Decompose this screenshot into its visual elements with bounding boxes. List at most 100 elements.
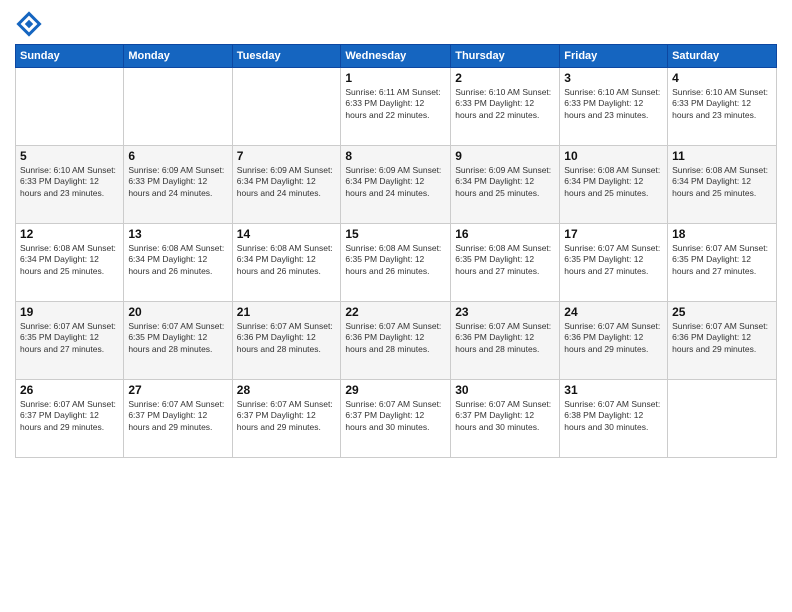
- day-info: Sunrise: 6:07 AM Sunset: 6:36 PM Dayligh…: [455, 321, 555, 355]
- calendar-cell: 5 Sunrise: 6:10 AM Sunset: 6:33 PM Daylig…: [16, 146, 124, 224]
- day-number: 13: [128, 227, 227, 241]
- calendar-cell: 9 Sunrise: 6:09 AM Sunset: 6:34 PM Daylig…: [451, 146, 560, 224]
- day-info: Sunrise: 6:10 AM Sunset: 6:33 PM Dayligh…: [455, 87, 555, 121]
- calendar-header-row: SundayMondayTuesdayWednesdayThursdayFrid…: [16, 45, 777, 68]
- calendar-container: SundayMondayTuesdayWednesdayThursdayFrid…: [0, 0, 792, 612]
- header: [15, 10, 777, 38]
- calendar-cell: [668, 380, 777, 458]
- calendar-cell: 16 Sunrise: 6:08 AM Sunset: 6:35 PM Dayli…: [451, 224, 560, 302]
- calendar-cell: 13 Sunrise: 6:08 AM Sunset: 6:34 PM Dayli…: [124, 224, 232, 302]
- day-number: 6: [128, 149, 227, 163]
- day-number: 27: [128, 383, 227, 397]
- day-info: Sunrise: 6:09 AM Sunset: 6:33 PM Dayligh…: [128, 165, 227, 199]
- day-info: Sunrise: 6:07 AM Sunset: 6:37 PM Dayligh…: [455, 399, 555, 433]
- day-info: Sunrise: 6:07 AM Sunset: 6:35 PM Dayligh…: [128, 321, 227, 355]
- calendar-cell: 4Sunrise: 6:10 AM Sunset: 6:33 PM Daylig…: [668, 68, 777, 146]
- calendar-cell: 28 Sunrise: 6:07 AM Sunset: 6:37 PM Dayli…: [232, 380, 341, 458]
- day-info: Sunrise: 6:10 AM Sunset: 6:33 PM Dayligh…: [20, 165, 119, 199]
- calendar-table: SundayMondayTuesdayWednesdayThursdayFrid…: [15, 44, 777, 458]
- day-info: Sunrise: 6:10 AM Sunset: 6:33 PM Dayligh…: [672, 87, 772, 121]
- calendar-cell: [16, 68, 124, 146]
- calendar-cell: 20 Sunrise: 6:07 AM Sunset: 6:35 PM Dayli…: [124, 302, 232, 380]
- day-number: 31: [564, 383, 663, 397]
- calendar-cell: 14Sunrise: 6:08 AM Sunset: 6:34 PM Dayli…: [232, 224, 341, 302]
- day-info: Sunrise: 6:08 AM Sunset: 6:34 PM Dayligh…: [237, 243, 337, 277]
- day-number: 28: [237, 383, 337, 397]
- day-number: 8: [345, 149, 446, 163]
- day-number: 2: [455, 71, 555, 85]
- day-info: Sunrise: 6:08 AM Sunset: 6:34 PM Dayligh…: [20, 243, 119, 277]
- day-number: 23: [455, 305, 555, 319]
- calendar-header-monday: Monday: [124, 45, 232, 68]
- day-number: 1: [345, 71, 446, 85]
- calendar-cell: 30 Sunrise: 6:07 AM Sunset: 6:37 PM Dayli…: [451, 380, 560, 458]
- calendar-cell: 10Sunrise: 6:08 AM Sunset: 6:34 PM Dayli…: [560, 146, 668, 224]
- calendar-cell: 11 Sunrise: 6:08 AM Sunset: 6:34 PM Dayli…: [668, 146, 777, 224]
- day-number: 9: [455, 149, 555, 163]
- day-info: Sunrise: 6:07 AM Sunset: 6:37 PM Dayligh…: [20, 399, 119, 433]
- calendar-cell: 22 Sunrise: 6:07 AM Sunset: 6:36 PM Dayli…: [341, 302, 451, 380]
- calendar-week-3: 12 Sunrise: 6:08 AM Sunset: 6:34 PM Dayli…: [16, 224, 777, 302]
- calendar-header-wednesday: Wednesday: [341, 45, 451, 68]
- day-number: 5: [20, 149, 119, 163]
- day-info: Sunrise: 6:07 AM Sunset: 6:37 PM Dayligh…: [128, 399, 227, 433]
- day-info: Sunrise: 6:08 AM Sunset: 6:34 PM Dayligh…: [564, 165, 663, 199]
- day-number: 29: [345, 383, 446, 397]
- calendar-header-friday: Friday: [560, 45, 668, 68]
- calendar-cell: 21 Sunrise: 6:07 AM Sunset: 6:36 PM Dayli…: [232, 302, 341, 380]
- day-info: Sunrise: 6:11 AM Sunset: 6:33 PM Dayligh…: [345, 87, 446, 121]
- day-number: 20: [128, 305, 227, 319]
- calendar-cell: 7Sunrise: 6:09 AM Sunset: 6:34 PM Daylig…: [232, 146, 341, 224]
- day-info: Sunrise: 6:08 AM Sunset: 6:34 PM Dayligh…: [128, 243, 227, 277]
- day-info: Sunrise: 6:07 AM Sunset: 6:36 PM Dayligh…: [237, 321, 337, 355]
- day-info: Sunrise: 6:07 AM Sunset: 6:37 PM Dayligh…: [237, 399, 337, 433]
- day-number: 19: [20, 305, 119, 319]
- calendar-week-4: 19 Sunrise: 6:07 AM Sunset: 6:35 PM Dayli…: [16, 302, 777, 380]
- day-number: 21: [237, 305, 337, 319]
- calendar-cell: 15 Sunrise: 6:08 AM Sunset: 6:35 PM Dayli…: [341, 224, 451, 302]
- day-number: 18: [672, 227, 772, 241]
- day-number: 12: [20, 227, 119, 241]
- day-info: Sunrise: 6:09 AM Sunset: 6:34 PM Dayligh…: [237, 165, 337, 199]
- day-number: 17: [564, 227, 663, 241]
- calendar-cell: 17Sunrise: 6:07 AM Sunset: 6:35 PM Dayli…: [560, 224, 668, 302]
- day-number: 16: [455, 227, 555, 241]
- calendar-cell: 24 Sunrise: 6:07 AM Sunset: 6:36 PM Dayli…: [560, 302, 668, 380]
- day-number: 26: [20, 383, 119, 397]
- calendar-cell: 1 Sunrise: 6:11 AM Sunset: 6:33 PM Daylig…: [341, 68, 451, 146]
- day-number: 30: [455, 383, 555, 397]
- day-info: Sunrise: 6:07 AM Sunset: 6:36 PM Dayligh…: [564, 321, 663, 355]
- calendar-cell: 25Sunrise: 6:07 AM Sunset: 6:36 PM Dayli…: [668, 302, 777, 380]
- day-info: Sunrise: 6:07 AM Sunset: 6:36 PM Dayligh…: [345, 321, 446, 355]
- calendar-cell: 2 Sunrise: 6:10 AM Sunset: 6:33 PM Daylig…: [451, 68, 560, 146]
- day-info: Sunrise: 6:09 AM Sunset: 6:34 PM Dayligh…: [455, 165, 555, 199]
- calendar-cell: 8Sunrise: 6:09 AM Sunset: 6:34 PM Daylig…: [341, 146, 451, 224]
- calendar-header-tuesday: Tuesday: [232, 45, 341, 68]
- calendar-cell: 18Sunrise: 6:07 AM Sunset: 6:35 PM Dayli…: [668, 224, 777, 302]
- calendar-cell: 3 Sunrise: 6:10 AM Sunset: 6:33 PM Daylig…: [560, 68, 668, 146]
- day-info: Sunrise: 6:07 AM Sunset: 6:35 PM Dayligh…: [20, 321, 119, 355]
- calendar-cell: [232, 68, 341, 146]
- day-number: 24: [564, 305, 663, 319]
- calendar-cell: 31 Sunrise: 6:07 AM Sunset: 6:38 PM Dayli…: [560, 380, 668, 458]
- day-info: Sunrise: 6:08 AM Sunset: 6:35 PM Dayligh…: [455, 243, 555, 277]
- calendar-cell: 12 Sunrise: 6:08 AM Sunset: 6:34 PM Dayli…: [16, 224, 124, 302]
- day-number: 22: [345, 305, 446, 319]
- calendar-cell: 6 Sunrise: 6:09 AM Sunset: 6:33 PM Daylig…: [124, 146, 232, 224]
- day-info: Sunrise: 6:07 AM Sunset: 6:38 PM Dayligh…: [564, 399, 663, 433]
- calendar-header-thursday: Thursday: [451, 45, 560, 68]
- day-number: 11: [672, 149, 772, 163]
- calendar-cell: 19 Sunrise: 6:07 AM Sunset: 6:35 PM Dayli…: [16, 302, 124, 380]
- calendar-week-2: 5 Sunrise: 6:10 AM Sunset: 6:33 PM Daylig…: [16, 146, 777, 224]
- calendar-cell: 23 Sunrise: 6:07 AM Sunset: 6:36 PM Dayli…: [451, 302, 560, 380]
- logo: [15, 10, 47, 38]
- calendar-cell: 29Sunrise: 6:07 AM Sunset: 6:37 PM Dayli…: [341, 380, 451, 458]
- calendar-cell: [124, 68, 232, 146]
- calendar-week-5: 26 Sunrise: 6:07 AM Sunset: 6:37 PM Dayli…: [16, 380, 777, 458]
- day-number: 3: [564, 71, 663, 85]
- day-info: Sunrise: 6:10 AM Sunset: 6:33 PM Dayligh…: [564, 87, 663, 121]
- day-number: 15: [345, 227, 446, 241]
- day-info: Sunrise: 6:08 AM Sunset: 6:34 PM Dayligh…: [672, 165, 772, 199]
- calendar-header-sunday: Sunday: [16, 45, 124, 68]
- day-info: Sunrise: 6:08 AM Sunset: 6:35 PM Dayligh…: [345, 243, 446, 277]
